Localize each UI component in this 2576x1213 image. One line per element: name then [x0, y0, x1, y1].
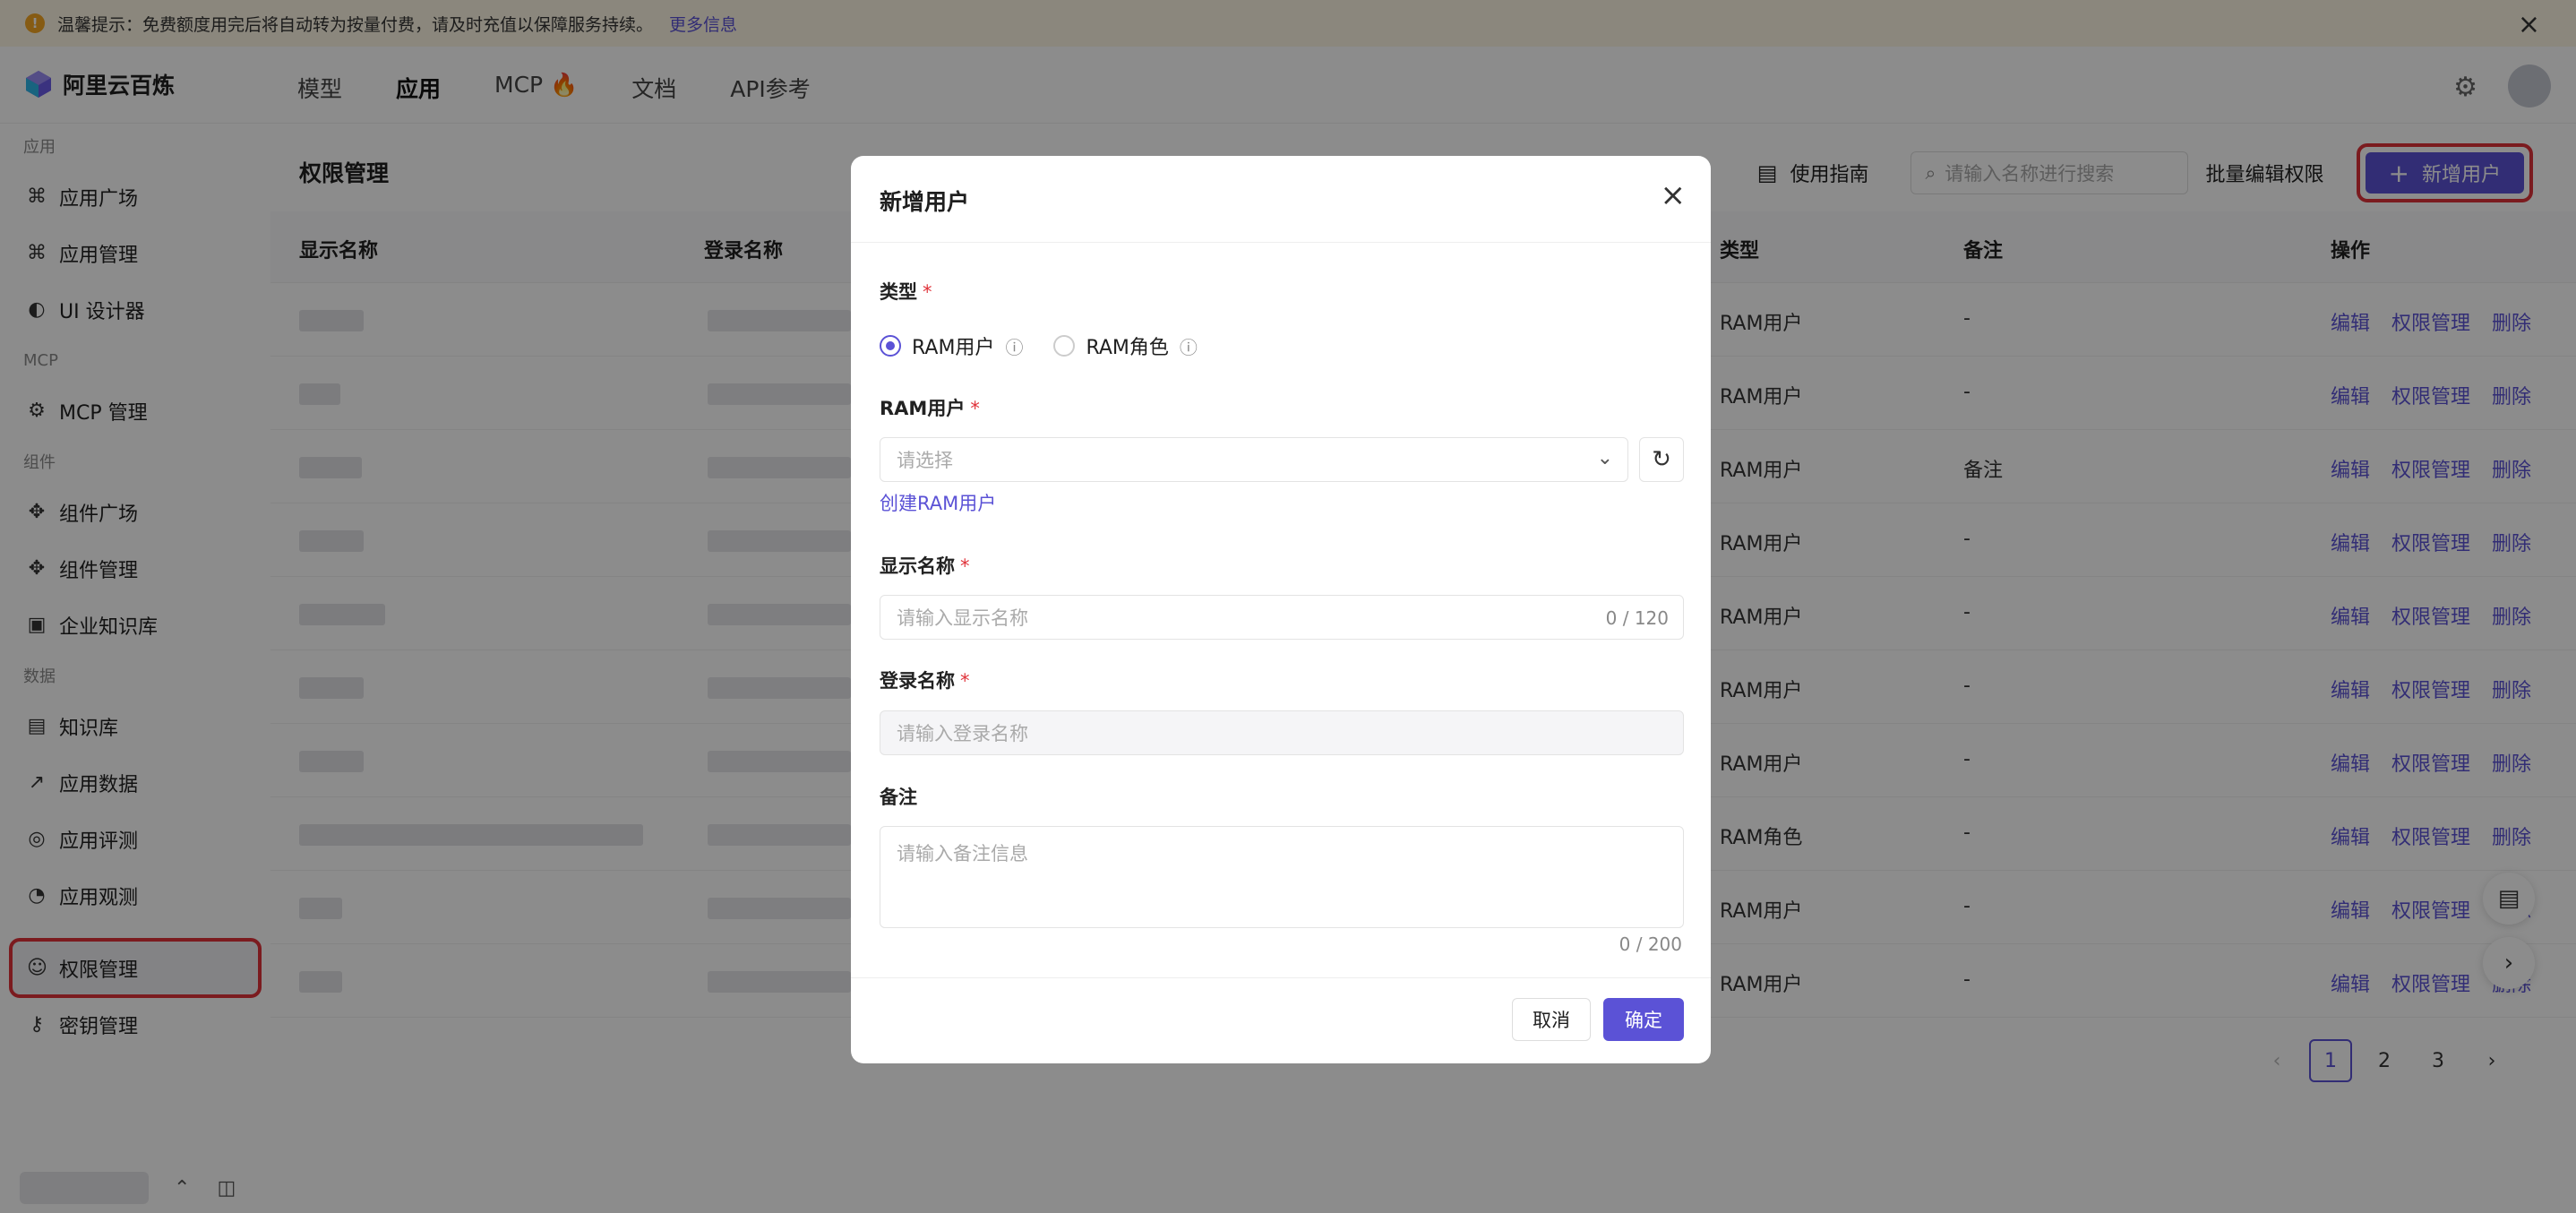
ram-user-label: RAM用户 * — [880, 394, 980, 421]
required-mark: * — [960, 670, 970, 692]
ram-user-select[interactable]: 请选择 ⌄ — [880, 437, 1628, 482]
type-radio-group: RAM用户 ⓘ RAM角色 ⓘ — [880, 331, 1228, 360]
refresh-icon[interactable]: ↻ — [1639, 437, 1684, 482]
type-label-text: 类型 — [880, 281, 917, 303]
note-placeholder: 请输入备注信息 — [897, 843, 1028, 865]
login-name-placeholder: 请输入登录名称 — [897, 723, 1028, 744]
required-mark: * — [970, 398, 980, 419]
info-icon[interactable]: ⓘ — [1005, 333, 1023, 359]
radio-ram-role-label[interactable]: RAM角色 — [1086, 331, 1168, 360]
ram-user-label-text: RAM用户 — [880, 398, 966, 419]
type-label: 类型 * — [880, 278, 932, 305]
add-user-dialog: 新增用户 × 类型 * RAM用户 ⓘ RAM角色 ⓘ RAM用户 * 请选择 ⌄ … — [851, 156, 1711, 1063]
display-name-placeholder: 请输入显示名称 — [897, 607, 1028, 629]
display-name-input[interactable]: 请输入显示名称 0 / 120 — [880, 595, 1684, 640]
login-name-label: 登录名称 * — [880, 667, 970, 693]
required-mark: * — [923, 281, 932, 303]
note-textarea[interactable]: 请输入备注信息 — [880, 826, 1684, 928]
display-name-counter: 0 / 120 — [1605, 607, 1669, 629]
close-icon[interactable]: × — [1661, 177, 1687, 213]
cancel-button[interactable]: 取消 — [1512, 998, 1591, 1041]
note-label: 备注 — [880, 787, 917, 808]
radio-ram-role[interactable] — [1053, 335, 1076, 357]
confirm-button[interactable]: 确定 — [1603, 998, 1684, 1041]
display-name-label: 显示名称 * — [880, 552, 970, 579]
info-icon[interactable]: ⓘ — [1180, 333, 1198, 359]
create-ram-user-link[interactable]: 创建RAM用户 — [880, 489, 996, 516]
divider — [851, 977, 1711, 978]
required-mark: * — [960, 555, 970, 577]
display-name-label-text: 显示名称 — [880, 555, 955, 577]
note-counter: 0 / 200 — [1619, 933, 1682, 955]
divider — [851, 242, 1711, 243]
login-name-input[interactable]: 请输入登录名称 — [880, 710, 1684, 755]
radio-ram-user-label[interactable]: RAM用户 — [912, 331, 994, 360]
select-placeholder: 请选择 — [897, 450, 953, 471]
dialog-title: 新增用户 — [880, 189, 970, 215]
login-name-label-text: 登录名称 — [880, 670, 955, 692]
chevron-down-icon: ⌄ — [1596, 447, 1613, 469]
radio-ram-user[interactable] — [880, 335, 901, 357]
